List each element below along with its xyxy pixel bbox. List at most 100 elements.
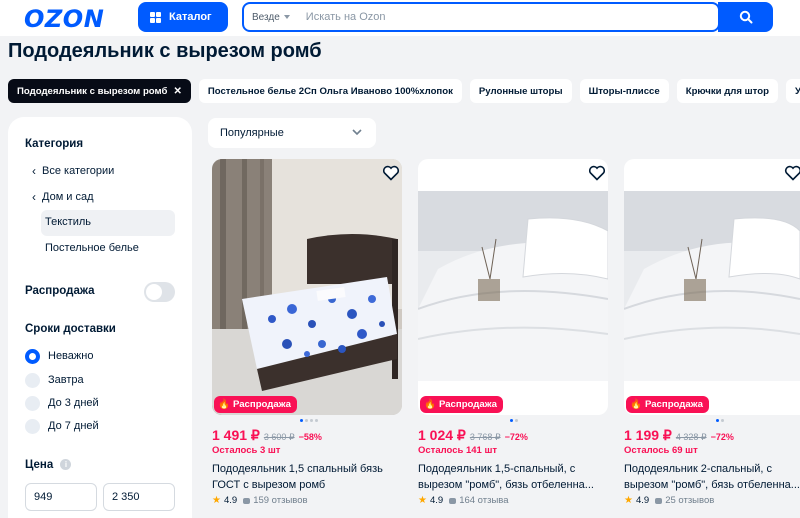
catalog-button[interactable]: Каталог bbox=[138, 2, 228, 32]
category-bedding[interactable]: Постельное белье bbox=[45, 242, 139, 254]
reviews-count: 25 отзывов bbox=[665, 495, 715, 506]
search-bar: Везде bbox=[242, 2, 720, 32]
search-icon bbox=[739, 10, 752, 24]
page-title: Пододеяльник с вырезом ромб bbox=[8, 40, 322, 62]
info-icon[interactable]: i bbox=[60, 459, 72, 471]
chevron-left-icon: ‹ bbox=[32, 164, 36, 178]
chip[interactable]: Шторы-плиссе bbox=[579, 79, 669, 103]
chip[interactable]: Утяжел bbox=[785, 79, 800, 103]
radio-any[interactable] bbox=[25, 349, 40, 364]
image-pager-dots[interactable] bbox=[300, 419, 318, 422]
product-price: 1 024 ₽ bbox=[418, 427, 466, 443]
rating-value: 4.9 bbox=[223, 495, 238, 506]
price-heading-label: Цена bbox=[25, 459, 54, 471]
image-pager-dots[interactable] bbox=[716, 419, 724, 422]
discount: −72% bbox=[504, 432, 528, 442]
ozon-logo[interactable]: OZON bbox=[24, 5, 104, 33]
comment-icon bbox=[655, 497, 663, 504]
product-image[interactable] bbox=[624, 159, 800, 415]
product-card[interactable]: 🔥 Распродажа 1 199 ₽ 4 328 ₽ −72% Остало… bbox=[620, 159, 800, 518]
old-price: 3 768 ₽ bbox=[469, 432, 501, 442]
radio-label: До 3 дней bbox=[48, 397, 99, 409]
rating-value: 4.9 bbox=[429, 495, 444, 506]
heart-icon[interactable] bbox=[588, 165, 606, 181]
header: OZON Каталог Везде bbox=[0, 0, 800, 36]
price-line: 1 024 ₽ 3 768 ₽ −72% bbox=[418, 427, 528, 444]
heart-icon[interactable] bbox=[382, 165, 400, 181]
product-image[interactable] bbox=[418, 159, 608, 415]
chip-label: Пододеяльник с вырезом ромб bbox=[17, 85, 168, 97]
badge-label: Распродажа bbox=[232, 399, 291, 410]
radio-label: До 7 дней bbox=[48, 420, 99, 432]
bed-photo bbox=[212, 159, 402, 415]
stock-left: Осталось 141 шт bbox=[418, 445, 498, 456]
chip-active-query[interactable]: Пододеяльник с вырезом ромб ✕ bbox=[8, 79, 191, 103]
price-from-input[interactable]: 949 bbox=[25, 483, 97, 511]
old-price: 3 600 ₽ bbox=[263, 432, 295, 442]
rating[interactable]: ★ 4.9 25 отзывов bbox=[624, 495, 714, 506]
sale-toggle[interactable] bbox=[144, 282, 175, 302]
grid-icon bbox=[150, 11, 161, 23]
price-to-input[interactable]: 2 350 bbox=[103, 483, 175, 511]
product-price: 1 491 ₽ bbox=[212, 427, 260, 443]
rating[interactable]: ★ 4.9 164 отзыва bbox=[418, 495, 509, 506]
radio-label: Неважно bbox=[48, 350, 94, 362]
category-all[interactable]: ‹ Все категории bbox=[32, 164, 114, 178]
star-icon: ★ bbox=[212, 495, 221, 506]
stock-left: Осталось 69 шт bbox=[624, 445, 698, 456]
sale-filter-label: Распродажа bbox=[25, 285, 95, 297]
bed-photo bbox=[418, 159, 608, 415]
chip[interactable]: Крючки для штор bbox=[676, 79, 778, 103]
badge-label: Распродажа bbox=[438, 399, 497, 410]
product-card[interactable]: 🔥 Распродажа 1 491 ₽ 3 600 ₽ −58% Остало… bbox=[208, 159, 406, 518]
filters-sidebar: Категория ‹ Все категории ‹ Дом и сад Те… bbox=[8, 117, 192, 518]
product-name[interactable]: Пододеяльник 1,5 спальный бязь ГОСТ с вы… bbox=[212, 461, 402, 493]
reviews-count: 164 отзыва bbox=[459, 495, 509, 506]
product-name[interactable]: Пододеяльник 2-спальный, с вырезом "ромб… bbox=[624, 461, 800, 493]
chevron-left-icon: ‹ bbox=[32, 190, 36, 204]
image-pager-dots[interactable] bbox=[510, 419, 518, 422]
sort-dropdown[interactable]: Популярные bbox=[208, 118, 376, 148]
delivery-heading: Сроки доставки bbox=[25, 323, 116, 335]
close-icon[interactable]: ✕ bbox=[173, 86, 181, 97]
badge-label: Распродажа bbox=[644, 399, 703, 410]
product-card[interactable]: 🔥 Распродажа 1 024 ₽ 3 768 ₽ −72% Остало… bbox=[414, 159, 612, 518]
price-line: 1 199 ₽ 4 328 ₽ −72% bbox=[624, 427, 734, 444]
related-search-chips: Пододеяльник с вырезом ромб ✕ Постельное… bbox=[8, 79, 800, 103]
radio-7-days[interactable] bbox=[25, 419, 40, 434]
flame-icon: 🔥 bbox=[424, 399, 436, 410]
discount: −72% bbox=[710, 432, 734, 442]
search-button[interactable] bbox=[718, 2, 773, 32]
stock-left: Осталось 3 шт bbox=[212, 445, 281, 456]
chevron-down-icon bbox=[352, 129, 362, 136]
category-label: Все категории bbox=[42, 165, 115, 177]
star-icon: ★ bbox=[624, 495, 633, 506]
product-price: 1 199 ₽ bbox=[624, 427, 672, 443]
product-image[interactable] bbox=[212, 159, 402, 415]
price-heading: Цена i bbox=[25, 459, 72, 471]
sale-badge: 🔥 Распродажа bbox=[626, 396, 709, 413]
comment-icon bbox=[449, 497, 457, 504]
flame-icon: 🔥 bbox=[630, 399, 642, 410]
category-textile[interactable]: Текстиль bbox=[45, 216, 91, 228]
radio-3-days[interactable] bbox=[25, 396, 40, 411]
chip[interactable]: Рулонные шторы bbox=[469, 79, 572, 103]
discount: −58% bbox=[298, 432, 322, 442]
heart-icon[interactable] bbox=[784, 165, 800, 181]
star-icon: ★ bbox=[418, 495, 427, 506]
comment-icon bbox=[243, 497, 251, 504]
flame-icon: 🔥 bbox=[218, 399, 230, 410]
radio-tomorrow[interactable] bbox=[25, 373, 40, 388]
search-scope-dropdown[interactable]: Везде bbox=[244, 4, 298, 30]
search-input[interactable] bbox=[297, 4, 718, 30]
product-name[interactable]: Пододеяльник 1,5-спальный, с вырезом "ро… bbox=[418, 461, 608, 493]
category-home-garden[interactable]: ‹ Дом и сад bbox=[32, 190, 94, 204]
caret-down-icon bbox=[283, 15, 290, 19]
sort-label: Популярные bbox=[220, 127, 284, 139]
bed-photo bbox=[624, 159, 800, 415]
chip[interactable]: Постельное белье 2Сп Ольга Иваново 100%х… bbox=[198, 79, 462, 103]
rating[interactable]: ★ 4.9 159 отзывов bbox=[212, 495, 308, 506]
search-scope-label: Везде bbox=[252, 11, 280, 23]
rating-value: 4.9 bbox=[635, 495, 650, 506]
sale-badge: 🔥 Распродажа bbox=[420, 396, 503, 413]
